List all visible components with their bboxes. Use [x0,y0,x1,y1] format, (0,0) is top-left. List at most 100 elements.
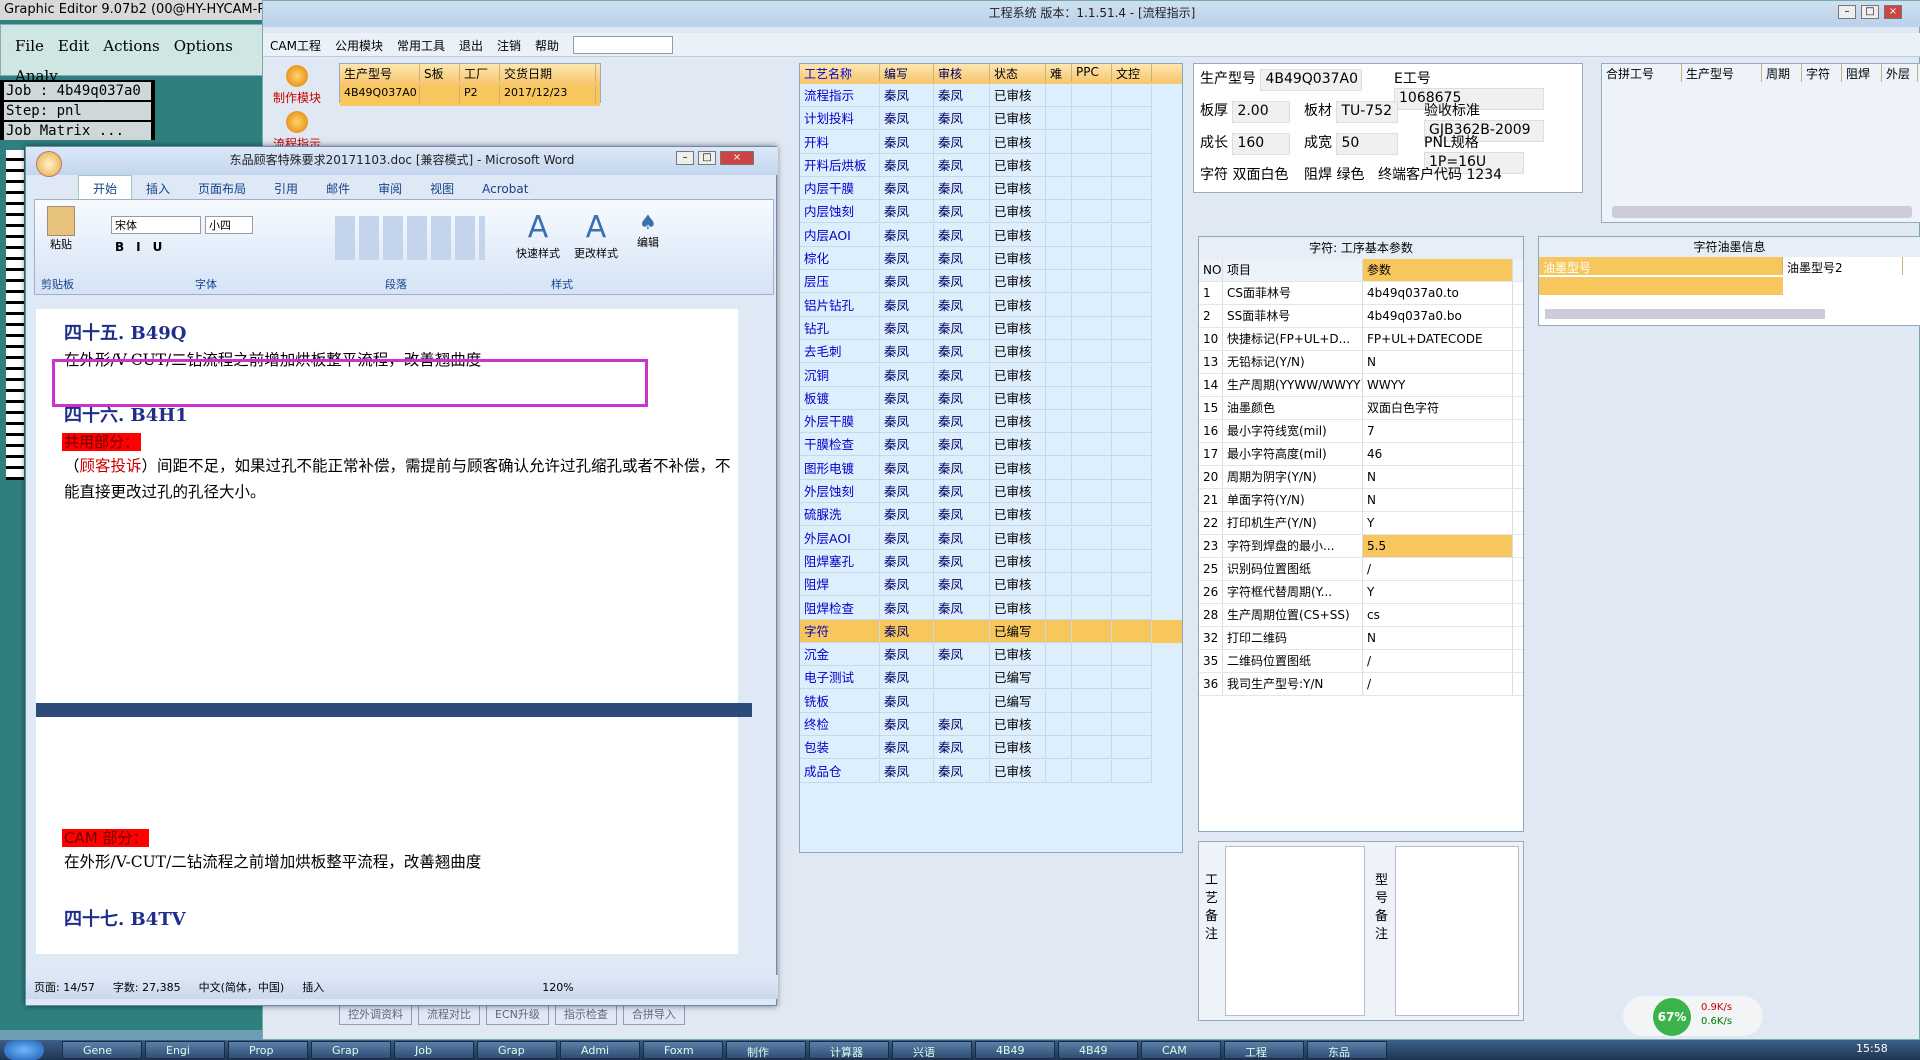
param-row[interactable]: 20 周期为阴字(Y/N) N [1199,466,1523,489]
flow-row[interactable]: 包装 秦凤 秦凤 已审核 [800,736,1182,760]
ge-menu-actions[interactable]: Actions [103,37,159,55]
param-row[interactable]: 21 单面字符(Y/N) N [1199,489,1523,512]
flow-row[interactable]: 开料后烘板 秦凤 秦凤 已审核 [800,153,1182,177]
param-row[interactable]: 15 油墨颜色 双面白色字符 [1199,397,1523,420]
quick-styles-button[interactable]: A 快速样式 [515,210,561,261]
taskbar-item[interactable]: 东品 [1307,1041,1387,1059]
menu-help[interactable]: 帮助 [528,33,566,58]
flow-row[interactable]: 板镀 秦凤 秦凤 已审核 [800,386,1182,410]
param-row[interactable]: 2 SS面菲林号 4b49q037a0.bo [1199,305,1523,328]
merge-scrollbar[interactable] [1612,206,1912,218]
param-row[interactable]: 13 无铅标记(Y/N) N [1199,351,1523,374]
flow-row[interactable]: 计划投料 秦凤 秦凤 已审核 [800,107,1182,131]
flow-row[interactable]: 字符 秦凤 已编写 [800,619,1182,644]
tab-mail[interactable]: 邮件 [312,176,364,201]
param-row[interactable]: 16 最小字符线宽(mil) 7 [1199,420,1523,443]
tab-view[interactable]: 视图 [416,176,468,201]
process-note-input[interactable] [1225,846,1365,1016]
param-row[interactable]: 35 二维码位置图纸 / [1199,650,1523,673]
status-words[interactable]: 字数: 27,385 [113,981,181,994]
font-select[interactable]: 宋体 [111,216,201,234]
flow-row[interactable]: 阻焊 秦凤 秦凤 已审核 [800,573,1182,597]
param-row[interactable]: 14 生产周期(YYWW/WWYY) WWYY [1199,374,1523,397]
paste-button[interactable]: 粘贴 [41,206,81,264]
flow-row[interactable]: 钻孔 秦凤 秦凤 已审核 [800,316,1182,340]
flow-row[interactable]: 去毛刺 秦凤 秦凤 已审核 [800,340,1182,364]
taskbar-item[interactable]: 计算器 [809,1041,889,1059]
param-row[interactable]: 10 快捷标记(FP+UL+D... FP+UL+DATECODE [1199,328,1523,351]
param-row[interactable]: 36 我司生产型号:Y/N / [1199,673,1523,696]
edit-button[interactable]: ♠ 编辑 [631,210,665,250]
taskbar-item[interactable]: Engi [145,1041,225,1059]
menu-common[interactable]: 公用模块 [328,33,390,58]
format-buttons[interactable]: BIU [115,240,174,254]
flow-row[interactable]: 内层蚀刻 秦凤 秦凤 已审核 [800,200,1182,224]
flow-row[interactable]: 铝片钻孔 秦凤 秦凤 已审核 [800,293,1182,317]
ge-menu-edit[interactable]: Edit [58,37,89,55]
start-button[interactable] [4,1040,44,1060]
paragraph-buttons[interactable] [335,216,485,260]
ge-matrix-button[interactable]: Job Matrix ... [4,122,151,140]
flow-row[interactable]: 阻焊塞孔 秦凤 秦凤 已审核 [800,549,1182,573]
len-value[interactable]: 160 [1232,133,1291,155]
param-row[interactable]: 32 打印二维码 N [1199,627,1523,650]
size-select[interactable]: 小四 [205,216,253,234]
flow-row[interactable]: 层压 秦凤 秦凤 已审核 [800,270,1182,294]
param-row[interactable]: 26 字符框代替周期(Y... Y [1199,581,1523,604]
tab-acrobat[interactable]: Acrobat [468,178,542,200]
wid-value[interactable]: 50 [1336,133,1399,155]
flow-row[interactable]: 内层干膜 秦凤 秦凤 已审核 [800,177,1182,201]
flow-row[interactable]: 外层干膜 秦凤 秦凤 已审核 [800,410,1182,434]
param-row[interactable]: 28 生产周期位置(CS+SS) cs [1199,604,1523,627]
change-styles-button[interactable]: A 更改样式 [571,210,621,261]
param-row[interactable]: 23 字符到焊盘的最小... 5.5 [1199,535,1523,558]
menu-combo[interactable] [573,36,673,54]
taskbar-item[interactable]: 工程 [1224,1041,1304,1059]
menu-exit[interactable]: 退出 [452,33,490,58]
taskbar-item[interactable]: 4B49 [1058,1041,1138,1059]
taskbar-item[interactable]: Admi [560,1041,640,1059]
param-row[interactable]: 25 识别码位置图纸 / [1199,558,1523,581]
taskbar-item[interactable]: Gene [62,1041,142,1059]
menu-tools[interactable]: 常用工具 [390,33,452,58]
flow-row[interactable]: 硫脲洗 秦凤 秦凤 已审核 [800,503,1182,527]
product-row[interactable]: 4B49Q037A0 P2 2017/12/23 [340,85,600,106]
taskbar-item[interactable]: Prop [228,1041,308,1059]
btn-merge-import[interactable]: 合拼导入 [622,1003,685,1025]
maximize-button[interactable]: □ [1861,5,1879,19]
taskbar-item[interactable]: 兴语 [892,1041,972,1059]
flow-row[interactable]: 图形电镀 秦凤 秦凤 已审核 [800,456,1182,480]
flow-row[interactable]: 开料 秦凤 秦凤 已审核 [800,130,1182,154]
close-button[interactable]: × [1884,5,1902,19]
taskbar-item[interactable]: 4B49 [975,1041,1055,1059]
mat-value[interactable]: TU-752 [1336,101,1399,123]
tab-insert[interactable]: 插入 [132,176,184,201]
btn-control-data[interactable]: 控外调资料 [339,1003,412,1025]
ge-menu-file[interactable]: File [15,37,44,55]
status-mode[interactable]: 插入 [302,981,324,994]
word-minimize[interactable]: – [676,151,694,165]
ge-toolbar-icons[interactable] [6,150,24,480]
module-make-button[interactable]: 制作模块 [271,65,323,109]
model-value[interactable]: 4B49Q037A0 [1260,69,1363,91]
flow-row[interactable]: 外层蚀刻 秦凤 秦凤 已审核 [800,480,1182,504]
taskbar-item[interactable]: Grap [311,1041,391,1059]
minimize-button[interactable]: – [1838,5,1856,19]
word-scrollbar[interactable] [738,309,752,954]
btn-check[interactable]: 指示检查 [554,1003,617,1025]
flow-row[interactable]: 干膜检查 秦凤 秦凤 已审核 [800,433,1182,457]
taskbar-item[interactable]: Grap [477,1041,557,1059]
word-close[interactable]: × [720,151,754,165]
menu-cam[interactable]: CAM工程 [263,33,328,58]
word-maximize[interactable]: □ [698,151,716,165]
status-page[interactable]: 页面: 14/57 [34,981,95,994]
flow-row[interactable]: 外层AOI 秦凤 秦凤 已审核 [800,526,1182,550]
flow-row[interactable]: 电子测试 秦凤 已编写 [800,666,1182,690]
flow-row[interactable]: 流程指示 秦凤 秦凤 已审核 [800,84,1182,107]
flow-row[interactable]: 沉铜 秦凤 秦凤 已审核 [800,363,1182,387]
btn-ecn[interactable]: ECN升级 [486,1003,549,1025]
taskbar-item[interactable]: CAM [1141,1041,1221,1059]
taskbar-item[interactable]: Foxm [643,1041,723,1059]
flow-row[interactable]: 成品仓 秦凤 秦凤 已审核 [800,759,1182,783]
thick-value[interactable]: 2.00 [1232,101,1291,123]
